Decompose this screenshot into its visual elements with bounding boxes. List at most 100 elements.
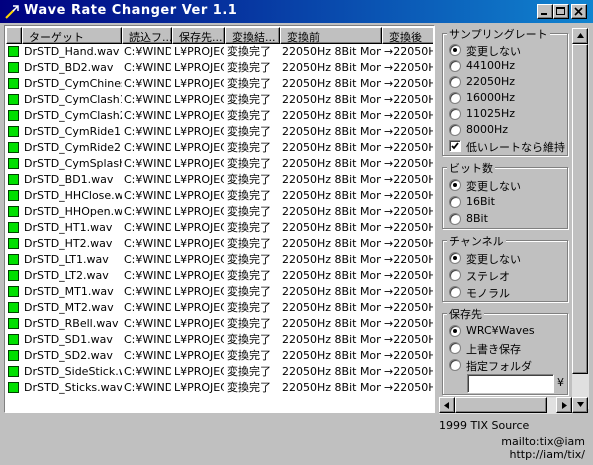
cell-save: L¥PROJEC	[174, 349, 224, 362]
cell-before: 22050Hz 8Bit Mono	[282, 157, 381, 170]
cell-result: 変換完了	[227, 253, 271, 266]
file-list[interactable]: ターゲット 読込フ... 保存先... 変換結... 変換前 変換後 DrSTD…	[4, 25, 435, 413]
done-status-icon	[8, 78, 19, 89]
cell-before: 22050Hz 8Bit Mono	[282, 285, 381, 298]
title-bar[interactable]: Wave Rate Changer Ver 1.1	[0, 0, 593, 24]
scroll-thumb[interactable]	[572, 44, 588, 374]
table-row[interactable]: DrSTD_CymSplash.C:¥WIND(L¥PROJEC変換完了 2205…	[6, 156, 433, 172]
done-status-icon	[8, 270, 19, 281]
done-status-icon	[8, 318, 19, 329]
scroll-left-button[interactable]	[439, 397, 455, 413]
settings-horizontal-scrollbar[interactable]	[439, 397, 572, 414]
done-status-icon	[8, 350, 19, 361]
cell-save: L¥PROJEC	[174, 109, 224, 122]
table-row[interactable]: DrSTD_RBell.wav C:¥WIND(L¥PROJEC変換完了 22050…	[6, 316, 433, 332]
column-header-read-folder[interactable]: 読込フ...	[122, 27, 172, 44]
table-row[interactable]: DrSTD_LT1.wav C:¥WIND(L¥PROJEC変換完了 22050Hz…	[6, 252, 433, 268]
radio-button[interactable]	[449, 286, 461, 298]
table-row[interactable]: DrSTD_BD2.wav C:¥WIND(L¥PROJEC変換完了 22050Hz…	[6, 60, 433, 76]
column-header-before[interactable]: 変換前	[280, 27, 382, 44]
radio-button[interactable]	[449, 252, 461, 264]
cell-result: 変換完了	[227, 125, 271, 138]
table-row[interactable]: DrSTD_Hand.wav C:¥WIND(L¥PROJEC変換完了 22050H…	[6, 44, 433, 60]
column-header-after[interactable]: 変換後	[382, 27, 433, 44]
radio-button[interactable]	[449, 60, 461, 72]
table-row[interactable]: DrSTD_Sticks.wavC:¥WIND(L¥PROJEC変換完了 2205…	[6, 380, 433, 396]
channel-option-label: ステレオ	[466, 270, 510, 283]
radio-button[interactable]	[449, 108, 461, 120]
sampling-rate-title: サンプリングレート	[447, 26, 550, 42]
close-button[interactable]	[571, 4, 587, 19]
cell-before: 22050Hz 8Bit Mono	[282, 365, 381, 378]
cell-before: 22050Hz 8Bit Mono	[282, 381, 381, 394]
cell-after: →22050H	[384, 269, 433, 282]
table-row[interactable]: DrSTD_HT2.wav C:¥WIND(L¥PROJEC変換完了 22050Hz…	[6, 236, 433, 252]
radio-button[interactable]	[449, 342, 461, 354]
done-status-icon	[8, 206, 19, 217]
table-row[interactable]: DrSTD_CymRide1.wC:¥WIND(L¥PROJEC変換完了 2205…	[6, 124, 433, 140]
maximize-button[interactable]	[553, 4, 569, 19]
folder-path-input[interactable]	[467, 374, 554, 393]
table-row[interactable]: DrSTD_BD1.wav C:¥WIND(L¥PROJEC変換完了 22050Hz…	[6, 172, 433, 188]
yen-label: ¥	[557, 376, 564, 389]
column-header-target[interactable]: ターゲット	[22, 27, 122, 44]
cell-target: DrSTD_BD1.wav	[24, 173, 114, 186]
column-header-save-folder[interactable]: 保存先...	[172, 27, 225, 44]
table-row[interactable]: DrSTD_CymRide2.wC:¥WIND(L¥PROJEC変換完了 2205…	[6, 140, 433, 156]
cell-target: DrSTD_SD2.wav	[24, 349, 113, 362]
cell-after: →22050H	[384, 301, 433, 314]
radio-button[interactable]	[449, 76, 461, 88]
table-row[interactable]: DrSTD_HT1.wav C:¥WIND(L¥PROJEC変換完了 22050Hz…	[6, 220, 433, 236]
table-row[interactable]: DrSTD_MT2.wav C:¥WIND(L¥PROJEC変換完了 22050Hz…	[6, 300, 433, 316]
radio-button[interactable]	[449, 196, 461, 208]
done-status-icon	[8, 110, 19, 121]
table-row[interactable]: DrSTD_SD2.wav C:¥WIND(L¥PROJEC変換完了 22050Hz…	[6, 348, 433, 364]
table-row[interactable]: DrSTD_CymChineseC:¥WIND(L¥PROJEC変換完了 2205…	[6, 76, 433, 92]
scroll-down-button[interactable]	[572, 397, 588, 413]
maximize-icon	[556, 7, 565, 15]
horizontal-scroll-thumb[interactable]	[455, 397, 547, 413]
done-status-icon	[8, 126, 19, 137]
header-indicator-column[interactable]	[6, 27, 22, 44]
cell-before: 22050Hz 8Bit Mono	[282, 301, 381, 314]
scroll-up-button[interactable]	[572, 28, 588, 44]
radio-button[interactable]	[449, 124, 461, 136]
table-row[interactable]: DrSTD_SD1.wav C:¥WIND(L¥PROJEC変換完了 22050Hz…	[6, 332, 433, 348]
arrow-right-icon	[562, 402, 567, 409]
settings-scrollbar[interactable]	[572, 28, 589, 409]
table-row[interactable]: DrSTD_SideStick.wC:¥WIND(L¥PROJEC変換完了 220…	[6, 364, 433, 380]
cell-after: →22050H	[384, 333, 433, 346]
table-row[interactable]: DrSTD_HHOpen.waC:¥WIND(L¥PROJEC変換完了 22050…	[6, 204, 433, 220]
radio-button[interactable]	[449, 359, 461, 371]
cell-save: L¥PROJEC	[174, 285, 224, 298]
radio-button[interactable]	[449, 213, 461, 225]
table-row[interactable]: DrSTD_HHClose.waC:¥WIND(L¥PROJEC変換完了 2205…	[6, 188, 433, 204]
scroll-right-button[interactable]	[556, 397, 572, 413]
checkbox-box[interactable]	[449, 140, 461, 152]
cell-read: C:¥WIND(	[124, 381, 171, 394]
sampling-option-label: 22050Hz	[466, 75, 516, 88]
table-row[interactable]: DrSTD_LT2.wav C:¥WIND(L¥PROJEC変換完了 22050Hz…	[6, 268, 433, 284]
email-link[interactable]: mailto:tix@iam	[501, 435, 585, 448]
cell-target: DrSTD_HT1.wav	[24, 221, 113, 234]
website-link[interactable]: http://iam/tix/	[509, 448, 585, 461]
column-header-result[interactable]: 変換結...	[225, 27, 280, 44]
cell-target: DrSTD_CymClash2.	[24, 109, 122, 122]
window-title: Wave Rate Changer Ver 1.1	[24, 3, 238, 18]
radio-button[interactable]	[449, 92, 461, 104]
cell-result: 変換完了	[227, 141, 271, 154]
table-row[interactable]: DrSTD_CymClash2.C:¥WIND(L¥PROJEC変換完了 2205…	[6, 108, 433, 124]
radio-button[interactable]	[449, 269, 461, 281]
table-row[interactable]: DrSTD_CymClash1.C:¥WIND(L¥PROJEC変換完了 2205…	[6, 92, 433, 108]
table-row[interactable]: DrSTD_MT1.wav C:¥WIND(L¥PROJEC変換完了 22050Hz…	[6, 284, 433, 300]
cell-after: →22050H	[384, 125, 433, 138]
radio-button[interactable]	[449, 325, 461, 337]
radio-button[interactable]	[449, 179, 461, 191]
minimize-button[interactable]	[537, 4, 553, 19]
cell-save: L¥PROJEC	[174, 317, 224, 330]
check-icon	[451, 142, 459, 150]
radio-button[interactable]	[449, 44, 461, 56]
cell-read: C:¥WIND(	[124, 301, 171, 314]
cell-save: L¥PROJEC	[174, 189, 224, 202]
cell-save: L¥PROJEC	[174, 173, 224, 186]
